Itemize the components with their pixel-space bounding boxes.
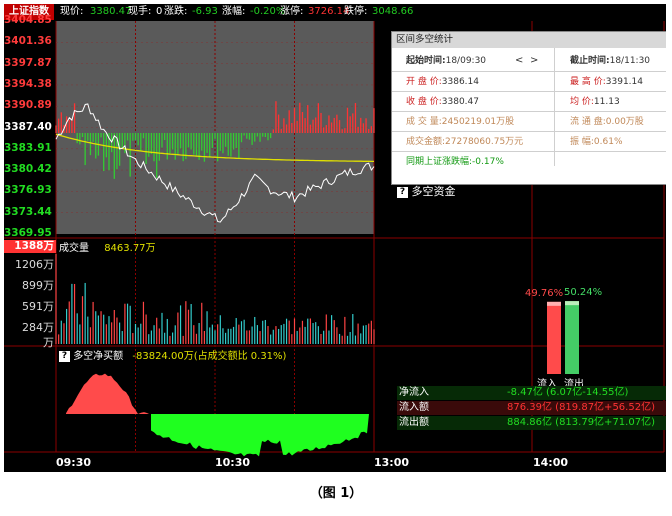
- volume-stat-value: 2450219.01万股: [441, 117, 515, 127]
- interval-stats-panel: 区间多空统计 起始时间:18/09:30 < > 截止时间:18/11:30 开…: [391, 31, 666, 185]
- volume-tick-label: 284万: [22, 321, 54, 334]
- netflow-positive-area: [66, 373, 149, 414]
- open-price-row: 开 盘 价:3386.14: [406, 72, 479, 92]
- high-price-value: 3391.14: [605, 77, 643, 87]
- open-price-value: 3386.14: [441, 77, 479, 87]
- price-tick-label: 3397.87: [4, 56, 52, 69]
- hand-value: 0: [156, 6, 163, 17]
- open-price-label: 开 盘 价:: [406, 77, 442, 87]
- start-time-value: 18/09:30: [445, 56, 487, 66]
- help-icon[interactable]: ?: [59, 350, 70, 362]
- price-tick-label: 3369.95: [4, 227, 52, 239]
- price-tick-label: 3376.93: [4, 184, 52, 197]
- amplitude-value: 0.61%: [593, 137, 623, 147]
- outflow-pct-label: 50.24%: [564, 287, 603, 299]
- avg-price-label: 均 价:: [570, 97, 594, 107]
- netflow-title: 多空净买额: [73, 351, 124, 362]
- capital-panel-header: ? 多空资金: [397, 184, 666, 199]
- outflow-amount-row: 流出额 884.86亿 (813.79亿+71.07亿): [397, 416, 666, 430]
- inflow-amount-row: 流入额 876.39亿 (819.87亿+56.52亿): [397, 401, 666, 415]
- high-price-row: 最 高 价:3391.14: [570, 72, 643, 92]
- float-row: 流 通 盘:0.00万股: [570, 112, 644, 132]
- quote-bar: 上证指数 现价: 3380.47 现手: 0 涨跌: -6.93 涨幅: -0.…: [4, 4, 666, 20]
- avg-price-row: 均 价:11.13: [570, 92, 620, 112]
- hand-label: 现手:: [128, 6, 152, 17]
- price-tick-label: 3380.42: [4, 163, 52, 176]
- price-tick-label: 3390.89: [4, 99, 52, 112]
- float-value: 0.00万股: [605, 117, 644, 127]
- net-inflow-label: 净流入: [399, 387, 429, 398]
- time-tick-1030: 10:30: [215, 456, 251, 469]
- inflow-bar: [547, 301, 561, 374]
- same-period-label: 同期上证涨跌幅:: [406, 157, 473, 167]
- price-tick-label: 3387.40: [4, 120, 52, 133]
- end-time-value: 18/11:30: [609, 56, 651, 66]
- volume-tick-label: 591万: [22, 300, 54, 313]
- netflow-header: ? 多空净买额 -83824.00万(占成交额比 0.31%): [59, 347, 286, 362]
- start-time-label: 起始时间:: [406, 56, 446, 66]
- inflow-amount-value: 876.39亿 (819.87亿+56.52亿): [507, 402, 655, 413]
- amount-value: 27278060.75万元: [445, 137, 524, 147]
- interval-stats-title: 区间多空统计: [392, 32, 666, 48]
- volume-title: 成交量 8463.77万: [59, 239, 156, 254]
- start-time[interactable]: 起始时间:18/09:30: [406, 51, 486, 71]
- price-tick-label: 3394.38: [4, 77, 52, 90]
- price-tick-label: 3383.91: [4, 141, 52, 154]
- amount-row: 成交金额:27278060.75万元: [406, 132, 523, 152]
- volume-value: 8463.77万: [104, 243, 156, 254]
- close-price-row: 收 盘 价:3380.47: [406, 92, 479, 112]
- outflow-amount-label: 流出额: [399, 417, 429, 428]
- inflow-bar-cap: [547, 301, 561, 306]
- time-tick-1400: 14:00: [533, 456, 569, 469]
- netflow-negative-area: [151, 414, 369, 457]
- net-inflow-row: 净流入 -8.47亿 (6.07亿-14.55亿): [397, 386, 666, 400]
- change-value: -6.93: [192, 6, 218, 17]
- pct-label: 涨幅:: [222, 6, 246, 17]
- next-arrow-button[interactable]: >: [530, 51, 538, 71]
- change-label: 涨跌:: [164, 6, 188, 17]
- amount-label: 成交金额:: [406, 137, 446, 147]
- time-tick-1300: 13:00: [374, 456, 410, 469]
- same-period-row: 同期上证涨跌幅:-0.17%: [406, 152, 504, 172]
- outflow-amount-value: 884.86亿 (813.79亿+71.07亿): [507, 417, 655, 428]
- net-inflow-value: -8.47亿 (6.07亿-14.55亿): [507, 387, 629, 398]
- volume-title-text: 成交量: [59, 243, 89, 254]
- volume-tick-label: 899万: [22, 279, 54, 292]
- figure-caption: （图 1）: [309, 486, 363, 501]
- amplitude-row: 振 幅:0.61%: [570, 132, 623, 152]
- stock-terminal: 上证指数 现价: 3380.47 现手: 0 涨跌: -6.93 涨幅: -0.…: [4, 4, 666, 472]
- outflow-bar-cap: [565, 301, 579, 306]
- amplitude-label: 振 幅:: [570, 137, 594, 147]
- netflow-value: -83824.00万(占成交额比 0.31%): [132, 351, 287, 362]
- price-tick-label: 3401.36: [4, 35, 52, 48]
- outflow-bar: [565, 301, 579, 374]
- price-tick-label: 3373.44: [4, 205, 52, 218]
- price-value: 3380.47: [90, 6, 132, 17]
- float-label: 流 通 盘:: [570, 117, 606, 127]
- limit-down-label: 跌停:: [344, 6, 368, 17]
- price-label: 现价:: [60, 6, 84, 17]
- volume-label: 成 交 量:: [406, 117, 442, 127]
- help-icon[interactable]: ?: [397, 186, 408, 198]
- close-price-label: 收 盘 价:: [406, 97, 442, 107]
- panel-divider: [554, 48, 555, 166]
- time-tick-0930: 09:30: [56, 456, 92, 469]
- end-time[interactable]: 截止时间:18/11:30: [570, 51, 650, 71]
- price-tick-label: 3404.85: [4, 14, 52, 26]
- limit-up-label: 涨停:: [280, 6, 304, 17]
- end-time-label: 截止时间:: [570, 56, 610, 66]
- volume-tick-label: 万: [43, 336, 54, 349]
- volume-axis-top: 1388万: [4, 240, 56, 253]
- volume-tick-label: 1206万: [15, 258, 54, 271]
- avg-price-value: 11.13: [593, 97, 620, 107]
- capital-panel-title: 多空资金: [411, 185, 456, 198]
- volume-row: 成 交 量:2450219.01万股: [406, 112, 514, 132]
- high-price-label: 最 高 价:: [570, 77, 606, 87]
- inflow-pct-label: 49.76%: [525, 287, 564, 299]
- prev-arrow-button[interactable]: <: [515, 51, 523, 71]
- limit-down-value: 3048.66: [372, 6, 414, 17]
- same-period-value: -0.17%: [472, 157, 504, 167]
- close-price-value: 3380.47: [441, 97, 479, 107]
- inflow-amount-label: 流入额: [399, 402, 429, 413]
